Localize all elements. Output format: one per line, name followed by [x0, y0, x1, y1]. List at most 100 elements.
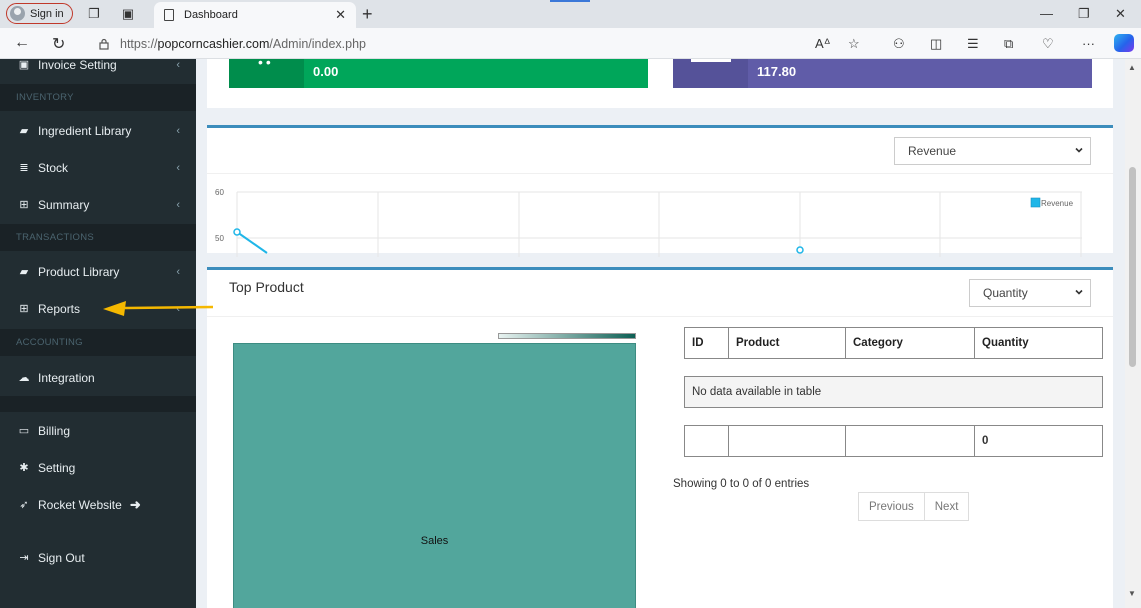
browser-address-bar: ← ↻ https://popcorncashier.com/Admin/ind… [0, 28, 1141, 59]
previous-page-button[interactable]: Previous [858, 492, 925, 521]
treemap-label: Sales [420, 535, 449, 547]
sidebar-item-sign-out[interactable]: ⇥ Sign Out [0, 539, 196, 576]
page-scrollbar[interactable]: ▲ ▼ [1125, 59, 1141, 608]
footer-cell-quantity-total: 0 [974, 425, 1103, 457]
footer-cell [684, 425, 729, 457]
top-product-metric-select[interactable]: Quantity [969, 279, 1091, 307]
sidebar-item-label: Sign Out [38, 550, 85, 565]
cloud-icon: ☁ [18, 371, 30, 384]
sidebar-item-billing[interactable]: ▭ Billing [0, 412, 196, 449]
stat-box-purple: 117.80 [673, 59, 1092, 88]
table-spacer [685, 408, 1103, 426]
browser-essentials-icon[interactable]: ♡ [1042, 36, 1054, 52]
favorite-star-icon[interactable]: ☆ [848, 36, 860, 52]
table-footer-row: 0 [684, 425, 1103, 457]
page-icon [164, 9, 174, 21]
top-product-table: ID Product Category Quantity No data ava… [684, 327, 1103, 457]
stat-icon: •• [258, 59, 274, 70]
table-icon: ⊞ [19, 198, 29, 211]
table-spacer [685, 359, 1103, 377]
copilot-icon[interactable] [1114, 34, 1134, 52]
credit-card-icon: ▭ [18, 424, 30, 437]
collections-icon[interactable]: ⧉ [1004, 36, 1013, 52]
favorites-list-icon[interactable]: ☰ [967, 36, 979, 52]
browser-profile-signin-button[interactable]: Sign in [6, 3, 73, 24]
sidebar-header-transactions: TRANSACTIONS [0, 224, 196, 251]
stat-box-green: •• 0.00 [229, 59, 648, 88]
browser-tab-dashboard[interactable]: Dashboard ✕ [154, 2, 356, 28]
sidebar-item-setting[interactable]: ✱ Setting [0, 449, 196, 486]
split-screen-icon[interactable]: ◫ [930, 36, 942, 52]
browser-tab-bar: Sign in ❐ ▣ Dashboard ✕ + — ❐ ✕ [0, 0, 1141, 28]
tab-title: Dashboard [184, 9, 238, 21]
sign-out-icon: ⇥ [19, 551, 29, 564]
back-icon[interactable]: ← [14, 34, 30, 52]
profile-avatar-icon [10, 6, 25, 21]
chevron-left-icon: ‹ [176, 198, 180, 211]
treemap-color-scale [498, 333, 636, 339]
book-icon: ▰ [19, 124, 29, 137]
revenue-data-point [233, 228, 241, 236]
chart-gridlines [236, 191, 1082, 257]
panel-divider [207, 316, 1113, 317]
scrollbar-thumb[interactable] [1129, 167, 1136, 367]
database-icon: ≣ [19, 161, 29, 174]
stat-value-green: 0.00 [313, 64, 339, 79]
extensions-icon[interactable]: ⚇ [893, 36, 905, 52]
minimize-icon[interactable]: — [1040, 6, 1053, 21]
more-menu-icon[interactable]: ··· [1082, 36, 1095, 51]
select-value: Quantity [983, 286, 1028, 300]
sidebar-item-label: Summary [38, 197, 90, 212]
refresh-icon[interactable]: ↻ [52, 34, 65, 54]
chevron-down-icon [1075, 289, 1083, 295]
select-value: Revenue [908, 144, 957, 158]
signin-label: Sign in [30, 7, 64, 20]
sidebar-item-summary[interactable]: ⊞ Summary ‹ [0, 186, 196, 223]
restore-icon[interactable]: ❐ [1078, 6, 1090, 22]
y-tick-60: 60 [215, 188, 224, 197]
chevron-left-icon: ‹ [176, 265, 180, 278]
workspaces-icon[interactable]: ❐ [86, 6, 102, 22]
close-tab-icon[interactable]: ✕ [335, 7, 346, 23]
read-aloud-icon[interactable]: Aᐞ [815, 36, 831, 52]
panel-title: Top Product [229, 279, 304, 295]
annotation-arrow [103, 301, 214, 316]
treemap-cell-sales[interactable]: Sales [233, 343, 636, 608]
column-header-product[interactable]: Product [728, 327, 846, 359]
next-page-button[interactable]: Next [924, 492, 970, 521]
new-tab-icon[interactable]: + [362, 4, 373, 25]
legend-swatch [1030, 197, 1041, 208]
column-header-category[interactable]: Category [845, 327, 975, 359]
tab-actions-icon[interactable]: ▣ [120, 6, 136, 22]
url-domain: popcorncashier.com [157, 36, 270, 51]
stat-icon [691, 59, 731, 62]
sidebar-item-label: Rocket Website [38, 497, 122, 512]
close-window-icon[interactable]: ✕ [1115, 6, 1126, 22]
arrow-right-icon: ➜ [129, 496, 141, 512]
sidebar-item-label: Stock [38, 160, 69, 175]
sidebar: ▣ Invoice Setting ‹ INVENTORY ▰ Ingredie… [0, 59, 196, 608]
sidebar-item-rocket-website[interactable]: ➶ Rocket Website ➜ [0, 486, 196, 523]
sidebar-item-product-library[interactable]: ▰ Product Library ‹ [0, 253, 196, 290]
tab-strip-indicator [550, 0, 590, 2]
revenue-metric-select[interactable]: Revenue [894, 137, 1091, 165]
sidebar-item-integration[interactable]: ☁ Integration [0, 359, 196, 396]
sidebar-item-ingredient-library[interactable]: ▰ Ingredient Library ‹ [0, 112, 196, 149]
stat-icon-area: •• [229, 59, 304, 88]
sidebar-item-label: Ingredient Library [38, 123, 132, 138]
sidebar-item-label: Billing [38, 423, 71, 438]
sidebar-item-stock[interactable]: ≣ Stock ‹ [0, 149, 196, 186]
url-field[interactable]: https://popcorncashier.com/Admin/index.p… [90, 32, 880, 55]
column-header-id[interactable]: ID [684, 327, 729, 359]
column-header-quantity[interactable]: Quantity [974, 327, 1103, 359]
legend-label: Revenue [1041, 199, 1074, 208]
sidebar-item-invoice-setting[interactable]: ▣ Invoice Setting ‹ [0, 59, 196, 83]
scroll-up-icon[interactable]: ▲ [1128, 63, 1136, 72]
main-content: •• 0.00 117.80 Revenue 60 50 Revenue Top… [196, 59, 1125, 608]
url-path: /Admin/index.php [269, 36, 366, 51]
stat-icon-area [673, 59, 748, 88]
table-row: No data available in table [684, 376, 1103, 408]
panel-divider [207, 173, 1113, 174]
gear-icon: ✱ [19, 461, 29, 474]
scroll-down-icon[interactable]: ▼ [1128, 589, 1136, 598]
